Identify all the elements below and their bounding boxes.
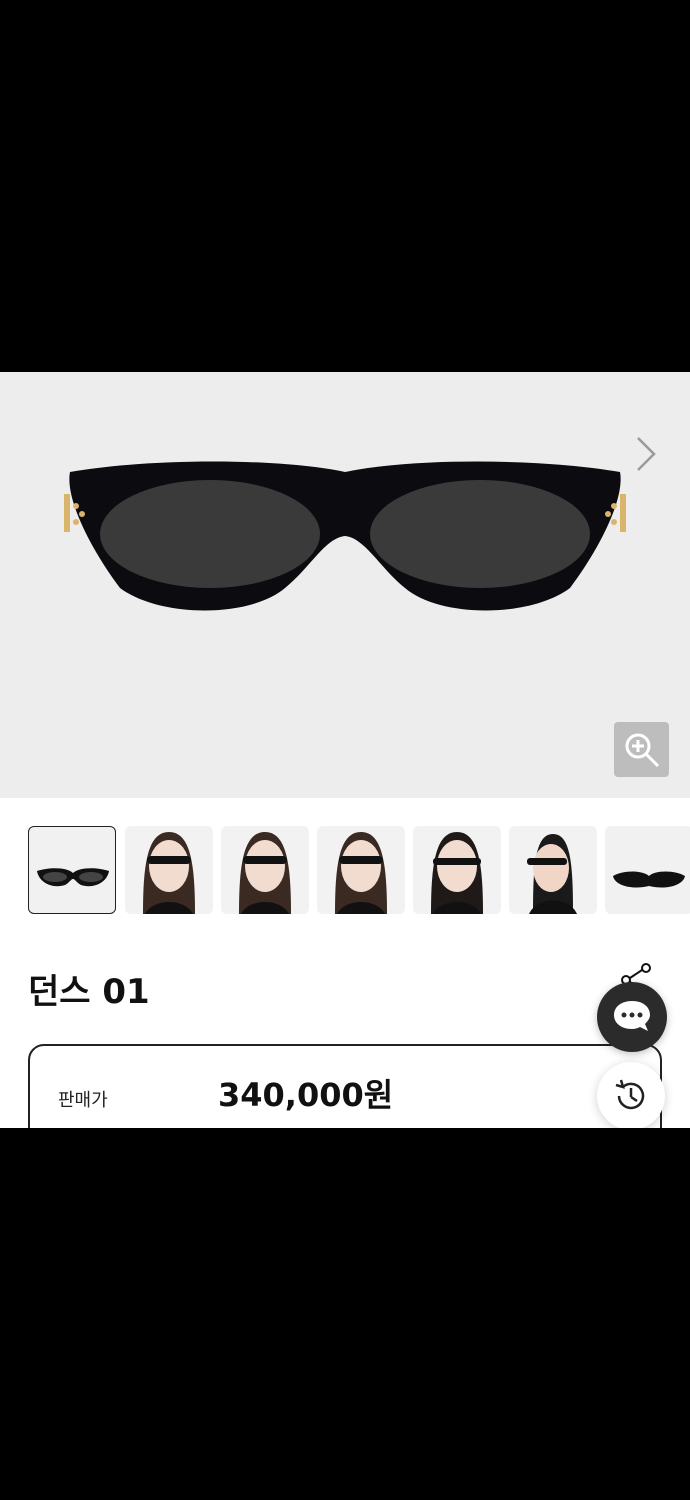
chat-icon: [614, 1001, 650, 1031]
thumbnail-product[interactable]: [28, 826, 116, 914]
thumbnail-model-5[interactable]: [509, 826, 597, 914]
model-photo: [125, 826, 213, 914]
sunglasses-thumb-icon: [37, 868, 109, 887]
thumbnail-model-4[interactable]: [413, 826, 501, 914]
zoom-in-icon: [625, 733, 659, 767]
price-box: 판매가 340,000원: [28, 1044, 662, 1128]
zoom-button[interactable]: [614, 722, 669, 777]
thumbnail-model-1[interactable]: [125, 826, 213, 914]
chevron-right-icon: [637, 437, 656, 471]
model-photo: [317, 826, 405, 914]
next-image-button[interactable]: [630, 434, 660, 474]
model-photo: [413, 826, 501, 914]
model-photo: [509, 826, 597, 914]
recently-viewed-button[interactable]: [597, 1062, 665, 1128]
product-detail-screen: 던스 01 판매가 340,000원: [0, 372, 690, 1128]
price-value: 340,000원: [218, 1076, 394, 1114]
bottom-black-bar: [0, 1128, 690, 1500]
thumbnail-strip: [28, 826, 690, 916]
chat-button[interactable]: [597, 982, 667, 1052]
sunglasses-image: [64, 461, 626, 611]
thumbnail-model-3[interactable]: [317, 826, 405, 914]
product-title: 던스 01: [28, 972, 150, 1012]
thumbnail-product-side[interactable]: [605, 826, 690, 914]
thumbnail-model-2[interactable]: [221, 826, 309, 914]
top-black-bar: [0, 0, 690, 372]
price-label: 판매가: [58, 1090, 108, 1111]
sunglasses-thumb-icon: [613, 871, 685, 888]
product-hero-image[interactable]: [0, 372, 690, 798]
model-photo: [221, 826, 309, 914]
history-icon: [615, 1079, 645, 1110]
